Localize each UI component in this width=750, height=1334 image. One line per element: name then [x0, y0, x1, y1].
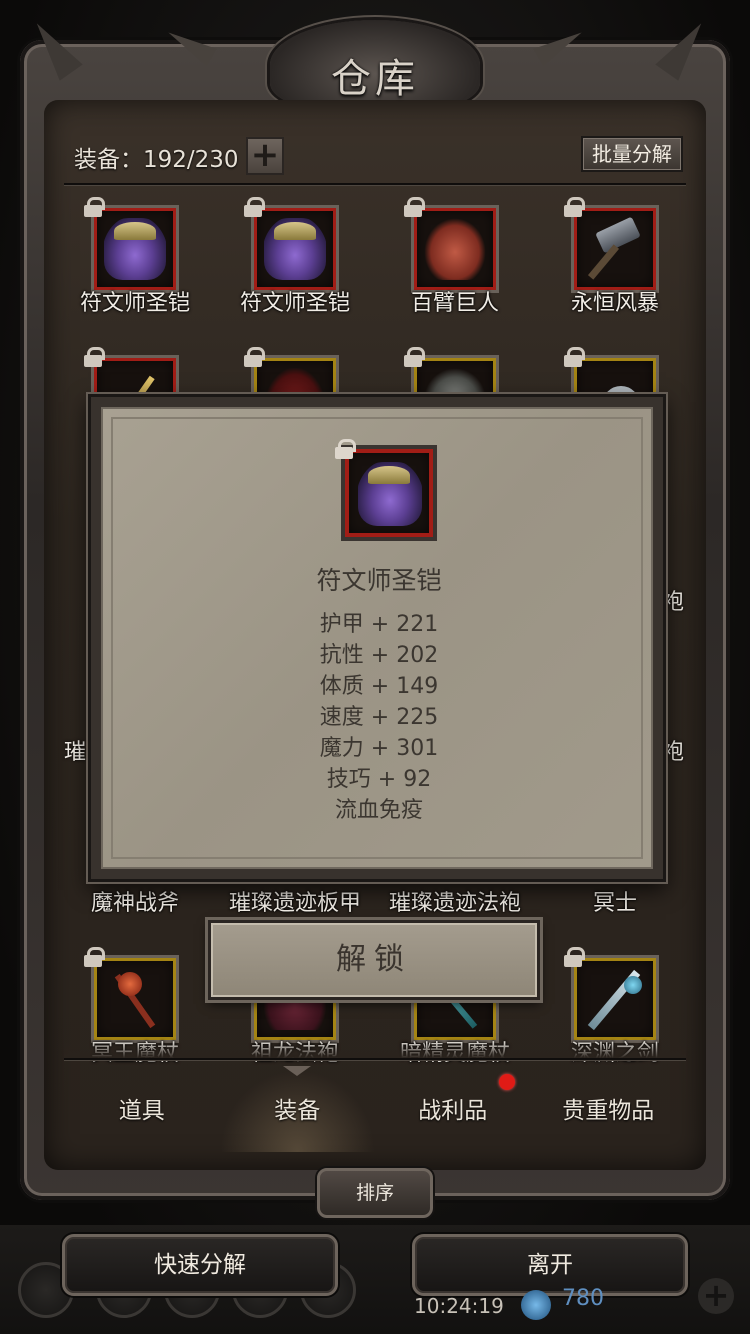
gem-icon	[521, 1290, 551, 1320]
item-name: 永恒风暴	[570, 291, 659, 316]
stat-speed: 速度 + 225	[319, 705, 439, 730]
add-currency-button[interactable]: +	[698, 1278, 734, 1314]
lock-icon	[84, 947, 105, 967]
lock-icon	[404, 197, 425, 217]
stat-skill: 技巧 + 92	[326, 767, 432, 792]
popup-parchment: 符文师圣铠 护甲 + 221 抗性 + 202 体质 + 149 速度 + 22…	[101, 407, 653, 869]
item-slot	[91, 205, 179, 293]
lock-icon	[84, 347, 105, 367]
tab-equipment[interactable]: 装备	[219, 1066, 375, 1152]
sort-button[interactable]: 排序	[317, 1168, 433, 1218]
stat-armor: 护甲 + 221	[319, 612, 439, 637]
item-slot	[91, 955, 179, 1043]
item-detail-popup: 符文师圣铠 护甲 + 221 抗性 + 202 体质 + 149 速度 + 22…	[88, 394, 666, 882]
sword-icon	[584, 968, 646, 1030]
item-name: 符文师圣铠	[79, 291, 190, 316]
notification-badge	[498, 1074, 515, 1090]
stat-resistance: 抗性 + 202	[319, 643, 439, 668]
tab-label: 战利品	[418, 1098, 488, 1124]
fire-staff-icon	[104, 968, 166, 1030]
item-slot	[251, 205, 339, 293]
item-name: 符文师圣铠	[316, 566, 442, 595]
inventory-item[interactable]: 符文师圣铠	[60, 197, 210, 325]
quick-decompose-button[interactable]: 快速分解	[62, 1234, 338, 1296]
item-name: 璀璨遗迹法袍	[388, 891, 521, 916]
capacity-label: 装备：	[74, 147, 143, 173]
capacity-counter: 装备：192/230	[74, 140, 239, 174]
item-slot	[341, 445, 437, 541]
war-hammer-icon	[584, 218, 646, 280]
tab-label: 贵重物品	[562, 1098, 655, 1124]
item-slot	[411, 205, 499, 293]
item-name-peek: 璀	[64, 740, 87, 765]
item-name: 符文师圣铠	[239, 291, 350, 316]
tab-valuables[interactable]: 贵重物品	[531, 1070, 687, 1152]
lock-icon	[564, 947, 585, 967]
inventory-item[interactable]: 符文师圣铠	[220, 197, 370, 325]
tab-loot[interactable]: 战利品	[375, 1070, 531, 1152]
purple-armor-icon	[358, 462, 422, 526]
warehouse-screen: 仓库 装备：192/230 + 批量分解 符文师圣铠 符文师圣铠 百臂巨人 永恒…	[0, 0, 750, 1334]
item-name: 璀璨遗迹板甲	[228, 891, 361, 916]
expand-capacity-button[interactable]: +	[246, 137, 284, 175]
divider	[64, 183, 686, 185]
lock-icon	[84, 197, 105, 217]
inventory-item[interactable]: 永恒风暴	[540, 197, 690, 325]
unlock-button[interactable]: 解锁	[208, 920, 540, 1000]
capacity-value: 192/230	[143, 147, 239, 173]
inventory-item[interactable]: 百臂巨人	[380, 197, 530, 325]
lock-icon	[564, 197, 585, 217]
lock-icon	[404, 347, 425, 367]
page-title: 仓库	[331, 56, 419, 102]
item-slot	[571, 205, 659, 293]
lock-icon	[564, 347, 585, 367]
category-tabs: 道具 装备 战利品 贵重物品	[64, 1066, 687, 1152]
purple-armor-icon	[104, 218, 166, 280]
item-name: 冥士	[592, 891, 637, 916]
leave-button[interactable]: 离开	[412, 1234, 688, 1296]
purple-armor-icon	[264, 218, 326, 280]
item-slot	[571, 955, 659, 1043]
grid-fade	[64, 1040, 686, 1058]
lock-icon	[244, 197, 265, 217]
stat-magic: 魔力 + 301	[319, 736, 439, 761]
item-name: 百臂巨人	[410, 291, 499, 316]
stat-constitution: 体质 + 149	[319, 674, 439, 699]
bulk-decompose-button[interactable]: 批量分解	[581, 136, 683, 172]
tab-label: 道具	[118, 1098, 165, 1124]
tab-items[interactable]: 道具	[64, 1070, 220, 1152]
tab-label: 装备	[274, 1098, 321, 1124]
lock-icon	[244, 347, 265, 367]
item-name: 魔神战斧	[90, 891, 179, 916]
stat-bleed-immunity: 流血免疫	[334, 798, 423, 823]
divider	[64, 1058, 686, 1060]
clock: 10:24:19	[414, 1294, 504, 1318]
gem-count: 780	[562, 1286, 604, 1311]
red-armor-icon	[424, 218, 486, 280]
lock-icon	[335, 439, 356, 459]
item-stats: 护甲 + 221 抗性 + 202 体质 + 149 速度 + 225 魔力 +…	[103, 609, 655, 826]
